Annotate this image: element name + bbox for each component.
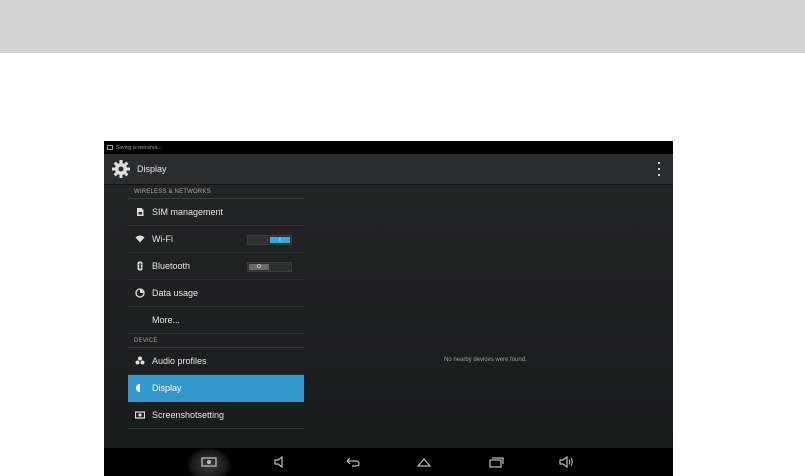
audio-profiles-icon xyxy=(135,356,145,366)
action-bar: Display xyxy=(104,154,673,185)
sidebar-item-bluetooth[interactable]: Bluetooth O xyxy=(128,253,304,280)
settings-content: WIRELESS & NETWORKS SIM management Wi-Fi… xyxy=(104,185,673,448)
screenshot-notification-icon xyxy=(107,145,113,150)
sidebar-item-label: Audio profiles xyxy=(152,356,207,366)
sidebar-item-data-usage[interactable]: Data usage xyxy=(128,280,304,307)
status-notification-text: Saving screenshot... xyxy=(116,144,162,151)
sidebar-item-sim-management[interactable]: SIM management xyxy=(128,199,304,226)
bluetooth-icon xyxy=(135,261,145,271)
recent-apps-icon[interactable] xyxy=(485,454,507,470)
sidebar-item-label: Data usage xyxy=(152,288,199,298)
sidebar-item-label: More... xyxy=(152,315,181,325)
data-usage-icon xyxy=(135,288,145,298)
home-icon[interactable] xyxy=(413,454,435,470)
navigation-bar xyxy=(104,448,673,476)
screenshot-nav-icon[interactable] xyxy=(187,448,231,476)
gear-icon[interactable] xyxy=(111,159,131,179)
sidebar-item-audio-profiles[interactable]: Audio profiles xyxy=(128,348,304,375)
sidebar-item-label: Screenshotsetting xyxy=(152,410,225,420)
sidebar-item-more[interactable]: More... xyxy=(128,307,304,334)
sim-icon xyxy=(135,207,145,217)
settings-list: WIRELESS & NETWORKS SIM management Wi-Fi… xyxy=(128,185,304,448)
volume-down-icon[interactable] xyxy=(270,454,292,470)
volume-up-icon[interactable] xyxy=(556,454,578,470)
section-header-device: DEVICE xyxy=(128,334,304,348)
display-icon xyxy=(135,383,145,393)
overflow-menu-icon[interactable] xyxy=(657,162,661,176)
sidebar-item-label: Bluetooth xyxy=(152,261,191,271)
sidebar-item-wifi[interactable]: Wi-Fi I xyxy=(128,226,304,253)
screenshot-icon xyxy=(135,410,145,420)
empty-state-message: No nearby devices were found. xyxy=(444,357,527,363)
sidebar-item-screenshotsetting[interactable]: Screenshotsetting xyxy=(128,402,304,429)
bluetooth-toggle-knob: O xyxy=(249,264,269,270)
sidebar-item-label: SIM management xyxy=(152,207,224,217)
page-title: Display xyxy=(137,164,167,174)
sidebar-item-display[interactable]: Display xyxy=(128,375,304,402)
top-band xyxy=(0,0,805,53)
wifi-icon xyxy=(135,234,145,244)
sidebar-item-label: Wi-Fi xyxy=(152,234,173,244)
wifi-toggle-knob: I xyxy=(270,237,290,243)
back-icon[interactable] xyxy=(342,454,364,470)
sidebar-item-label: Display xyxy=(152,383,182,393)
section-header-wireless: WIRELESS & NETWORKS xyxy=(128,185,304,199)
bluetooth-toggle[interactable]: O xyxy=(247,262,292,272)
device-screen: Saving screenshot... Display WIRELESS & … xyxy=(104,141,673,476)
wifi-toggle[interactable]: I xyxy=(247,235,292,245)
status-bar: Saving screenshot... xyxy=(104,141,673,154)
